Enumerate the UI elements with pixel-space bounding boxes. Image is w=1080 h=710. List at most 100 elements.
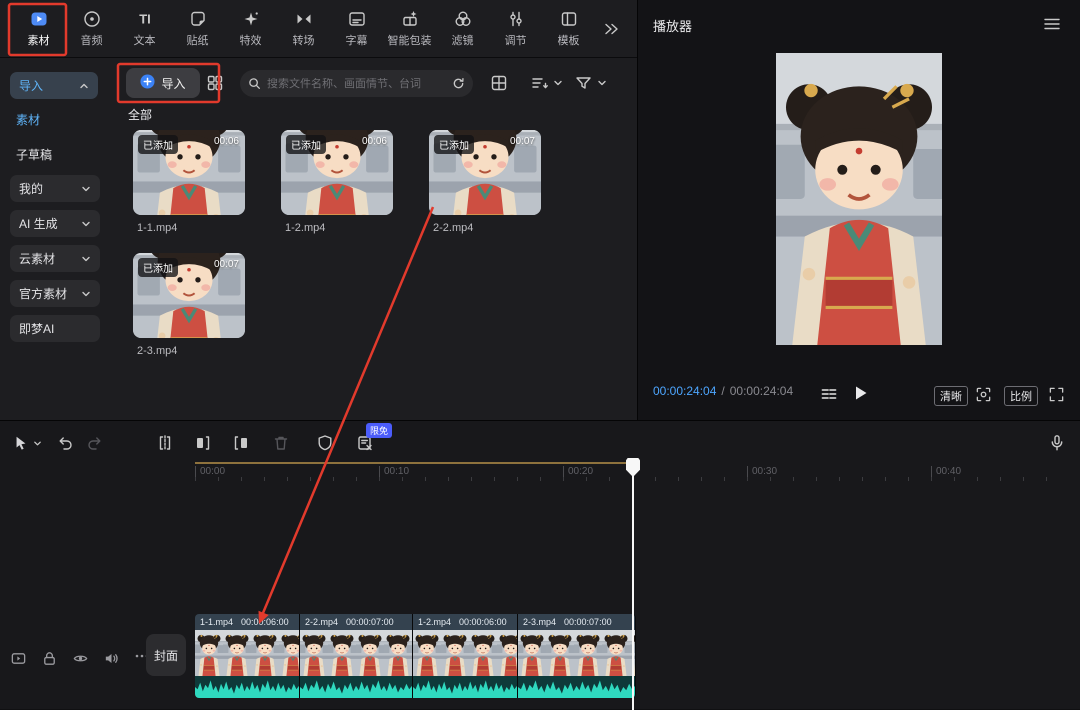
player-title: 播放器: [653, 16, 692, 35]
expand-panel-icon[interactable]: [601, 19, 621, 39]
lock-icon[interactable]: [41, 650, 58, 667]
tab-template[interactable]: 模板: [542, 9, 595, 48]
search-input[interactable]: [267, 78, 446, 90]
added-badge: 已添加: [138, 258, 178, 277]
track-preview-icon[interactable]: [10, 650, 27, 667]
quality-button[interactable]: 清晰: [934, 386, 968, 406]
current-time: 00:00:24:04: [653, 384, 716, 398]
sidebar-item-import[interactable]: 导入: [10, 72, 98, 99]
eye-icon[interactable]: [72, 650, 89, 667]
media-card[interactable]: 已添加 00:06 1-1.mp4: [133, 130, 245, 234]
tab-effects[interactable]: 特效: [224, 9, 277, 48]
tab-sticker[interactable]: 贴纸: [171, 9, 224, 48]
trim-right-icon[interactable]: [232, 434, 250, 452]
trim-left-icon[interactable]: [194, 434, 212, 452]
limited-free-badge: 限免: [366, 423, 392, 438]
undo-icon[interactable]: [56, 434, 74, 452]
frame-list-icon[interactable]: [821, 388, 837, 400]
tab-adjust[interactable]: 调节: [489, 9, 542, 48]
added-badge: 已添加: [434, 135, 474, 154]
tab-transition[interactable]: 转场: [277, 9, 330, 48]
track-controls: [10, 648, 150, 669]
added-badge: 已添加: [138, 135, 178, 154]
select-tool-icon[interactable]: [13, 434, 29, 457]
clip-filename: 2-2.mp4: [429, 222, 541, 234]
fullscreen-icon[interactable]: [1048, 386, 1065, 403]
timeline-clip[interactable]: 2-3.mp4 00:00:07:00: [518, 614, 636, 698]
chevron-down-icon: [81, 254, 91, 264]
tab-label: 字幕: [346, 32, 368, 48]
timeline-clip[interactable]: 1-2.mp4 00:00:06:00: [413, 614, 518, 698]
split-icon[interactable]: [156, 434, 174, 452]
clip-header: 1-1.mp4 00:00:06:00: [195, 614, 299, 630]
focus-frame-icon[interactable]: [975, 386, 992, 403]
play-icon[interactable]: [854, 385, 868, 406]
delete-icon[interactable]: [272, 434, 290, 452]
sidebar-item-mine[interactable]: 我的: [10, 175, 100, 202]
refresh-icon[interactable]: [452, 77, 465, 90]
template-layout-icon: [559, 9, 579, 29]
mask-shield-icon[interactable]: [316, 434, 334, 452]
clip-header: 1-2.mp4 00:00:06:00: [413, 614, 517, 630]
sidebar-item-cloud[interactable]: 云素材: [10, 245, 100, 272]
ratio-button[interactable]: 比例: [1004, 386, 1038, 406]
redo-icon[interactable]: [86, 434, 104, 452]
timeline-ruler[interactable]: 00:00 00:10 00:20 00:30 00:40: [0, 461, 1080, 485]
clip-duration: 00:00:07:00: [564, 617, 612, 627]
sidebar-item-material[interactable]: 素材: [16, 111, 40, 128]
filter-funnel-icon[interactable]: [574, 74, 608, 92]
sidebar-item-jimeng[interactable]: 即梦AI: [10, 315, 100, 342]
sidebar-item-subdraft[interactable]: 子草稿: [16, 146, 52, 163]
tab-media[interactable]: 素材: [12, 9, 65, 48]
sidebar-item-label: 官方素材: [19, 285, 67, 302]
media-card[interactable]: 已添加 00:07 2-3.mp4: [133, 253, 245, 357]
sidebar-item-official[interactable]: 官方素材: [10, 280, 100, 307]
media-panel: 素材 音频 TI 文本 贴纸 特效 转场 字幕 智能包装: [0, 0, 637, 420]
svg-text:TI: TI: [139, 12, 151, 27]
smart-package-icon: [400, 9, 420, 29]
import-button[interactable]: 导入: [126, 68, 200, 98]
material-library-grid-icon[interactable]: [206, 74, 224, 92]
hamburger-menu-icon[interactable]: [1043, 16, 1061, 32]
timeline-clip[interactable]: 1-1.mp4 00:00:06:00: [195, 614, 300, 698]
playhead-line: [632, 458, 634, 710]
select-tool-chevron-icon[interactable]: [33, 439, 42, 448]
tab-filter[interactable]: 滤镜: [436, 9, 489, 48]
timeline-clip[interactable]: 2-2.mp4 00:00:07:00: [300, 614, 413, 698]
cover-button[interactable]: 封面: [146, 634, 186, 676]
total-time: 00:00:24:04: [730, 384, 793, 398]
sort-icon[interactable]: [530, 74, 562, 92]
grid-view-icon[interactable]: [490, 74, 508, 92]
microphone-icon[interactable]: [1048, 434, 1066, 452]
audio-disc-icon: [82, 9, 102, 29]
player-panel: 播放器 00:00:24:04 / 00:00:24:04 清晰 比例: [637, 0, 1080, 420]
media-card[interactable]: 已添加 00:06 1-2.mp4: [281, 130, 393, 234]
media-thumbnail: 已添加 00:07: [133, 253, 245, 338]
added-badge: 已添加: [286, 135, 326, 154]
clip-name: 2-3.mp4: [523, 617, 556, 627]
sidebar-item-ai-generate[interactable]: AI 生成: [10, 210, 100, 237]
search-icon: [248, 77, 261, 90]
clip-filmstrip: [195, 630, 299, 676]
video-preview[interactable]: [776, 53, 942, 345]
chevron-down-icon: [81, 289, 91, 299]
clip-filmstrip: [300, 630, 412, 676]
capcut-editor: { "tabs": [ {"label": "素材"}, {"label": "…: [0, 0, 1080, 709]
clip-waveform: [300, 676, 412, 698]
speaker-icon[interactable]: [103, 650, 120, 667]
clip-name: 1-2.mp4: [418, 617, 451, 627]
tab-smart-pack[interactable]: 智能包装: [383, 9, 436, 48]
tab-text[interactable]: TI 文本: [118, 9, 171, 48]
tab-captions[interactable]: 字幕: [330, 9, 383, 48]
tab-label: 智能包装: [388, 32, 432, 48]
tab-audio[interactable]: 音频: [65, 9, 118, 48]
media-card[interactable]: 已添加 00:07 2-2.mp4: [429, 130, 541, 234]
clip-duration: 00:07: [214, 259, 239, 270]
clip-range-indicator: [195, 462, 635, 464]
clip-duration: 00:00:06:00: [459, 617, 507, 627]
clip-name: 1-1.mp4: [200, 617, 233, 627]
sidebar-item-label: 我的: [19, 180, 43, 197]
tab-label: 特效: [240, 32, 262, 48]
ruler-label: 00:00: [195, 466, 225, 477]
plus-circle-icon: [140, 74, 155, 92]
